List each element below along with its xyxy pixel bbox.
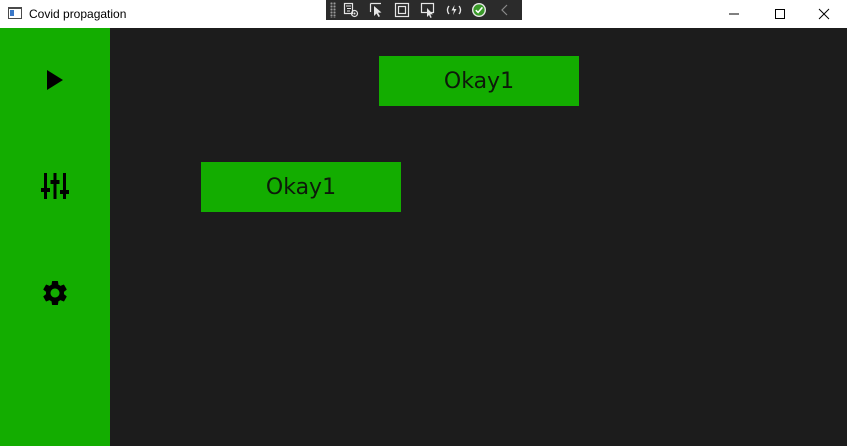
xaml-hot-reload-status-icon (472, 3, 487, 17)
window-title: Covid propagation (29, 7, 127, 21)
maximize-button[interactable] (757, 0, 803, 28)
debug-toolbar (326, 0, 522, 20)
gear-icon (43, 281, 67, 305)
select-element-button[interactable] (368, 1, 386, 19)
minimize-button[interactable] (711, 0, 757, 28)
xaml-hot-reload-status-button[interactable] (471, 1, 489, 19)
track-focused-element-icon (420, 2, 435, 18)
sidebar-item-adjust[interactable] (0, 156, 110, 216)
track-focused-element-button[interactable] (419, 1, 437, 19)
live-visual-tree-button[interactable] (342, 1, 360, 19)
sidebar-item-play[interactable] (0, 50, 110, 110)
window-app-icon[interactable] (8, 7, 22, 19)
display-layout-adorners-icon (395, 2, 410, 18)
main-content: Okay1 Okay1 (110, 28, 847, 446)
sidebar-item-settings[interactable] (0, 263, 110, 323)
maximize-icon (775, 9, 785, 19)
live-visual-tree-icon (343, 2, 358, 18)
toolbar-grip-icon[interactable] (330, 2, 336, 18)
app-window: Covid propagation Okay1 Okay1 (0, 0, 847, 446)
okay1-button-top[interactable]: Okay1 (379, 56, 579, 106)
select-element-icon (369, 2, 381, 17)
sidebar (0, 28, 110, 446)
sliders-icon (41, 173, 69, 199)
display-layout-adorners-button[interactable] (393, 1, 411, 19)
minimize-icon (729, 13, 739, 15)
hot-reload-icon (446, 5, 461, 15)
close-button[interactable] (801, 0, 847, 28)
collapse-toolbar-icon (501, 4, 508, 16)
close-icon (818, 8, 830, 20)
okay1-button-left[interactable]: Okay1 (201, 162, 401, 212)
title-bar[interactable]: Covid propagation (0, 0, 847, 28)
collapse-toolbar-button[interactable] (496, 1, 514, 19)
hot-reload-button[interactable] (445, 1, 463, 19)
play-icon (47, 70, 63, 90)
